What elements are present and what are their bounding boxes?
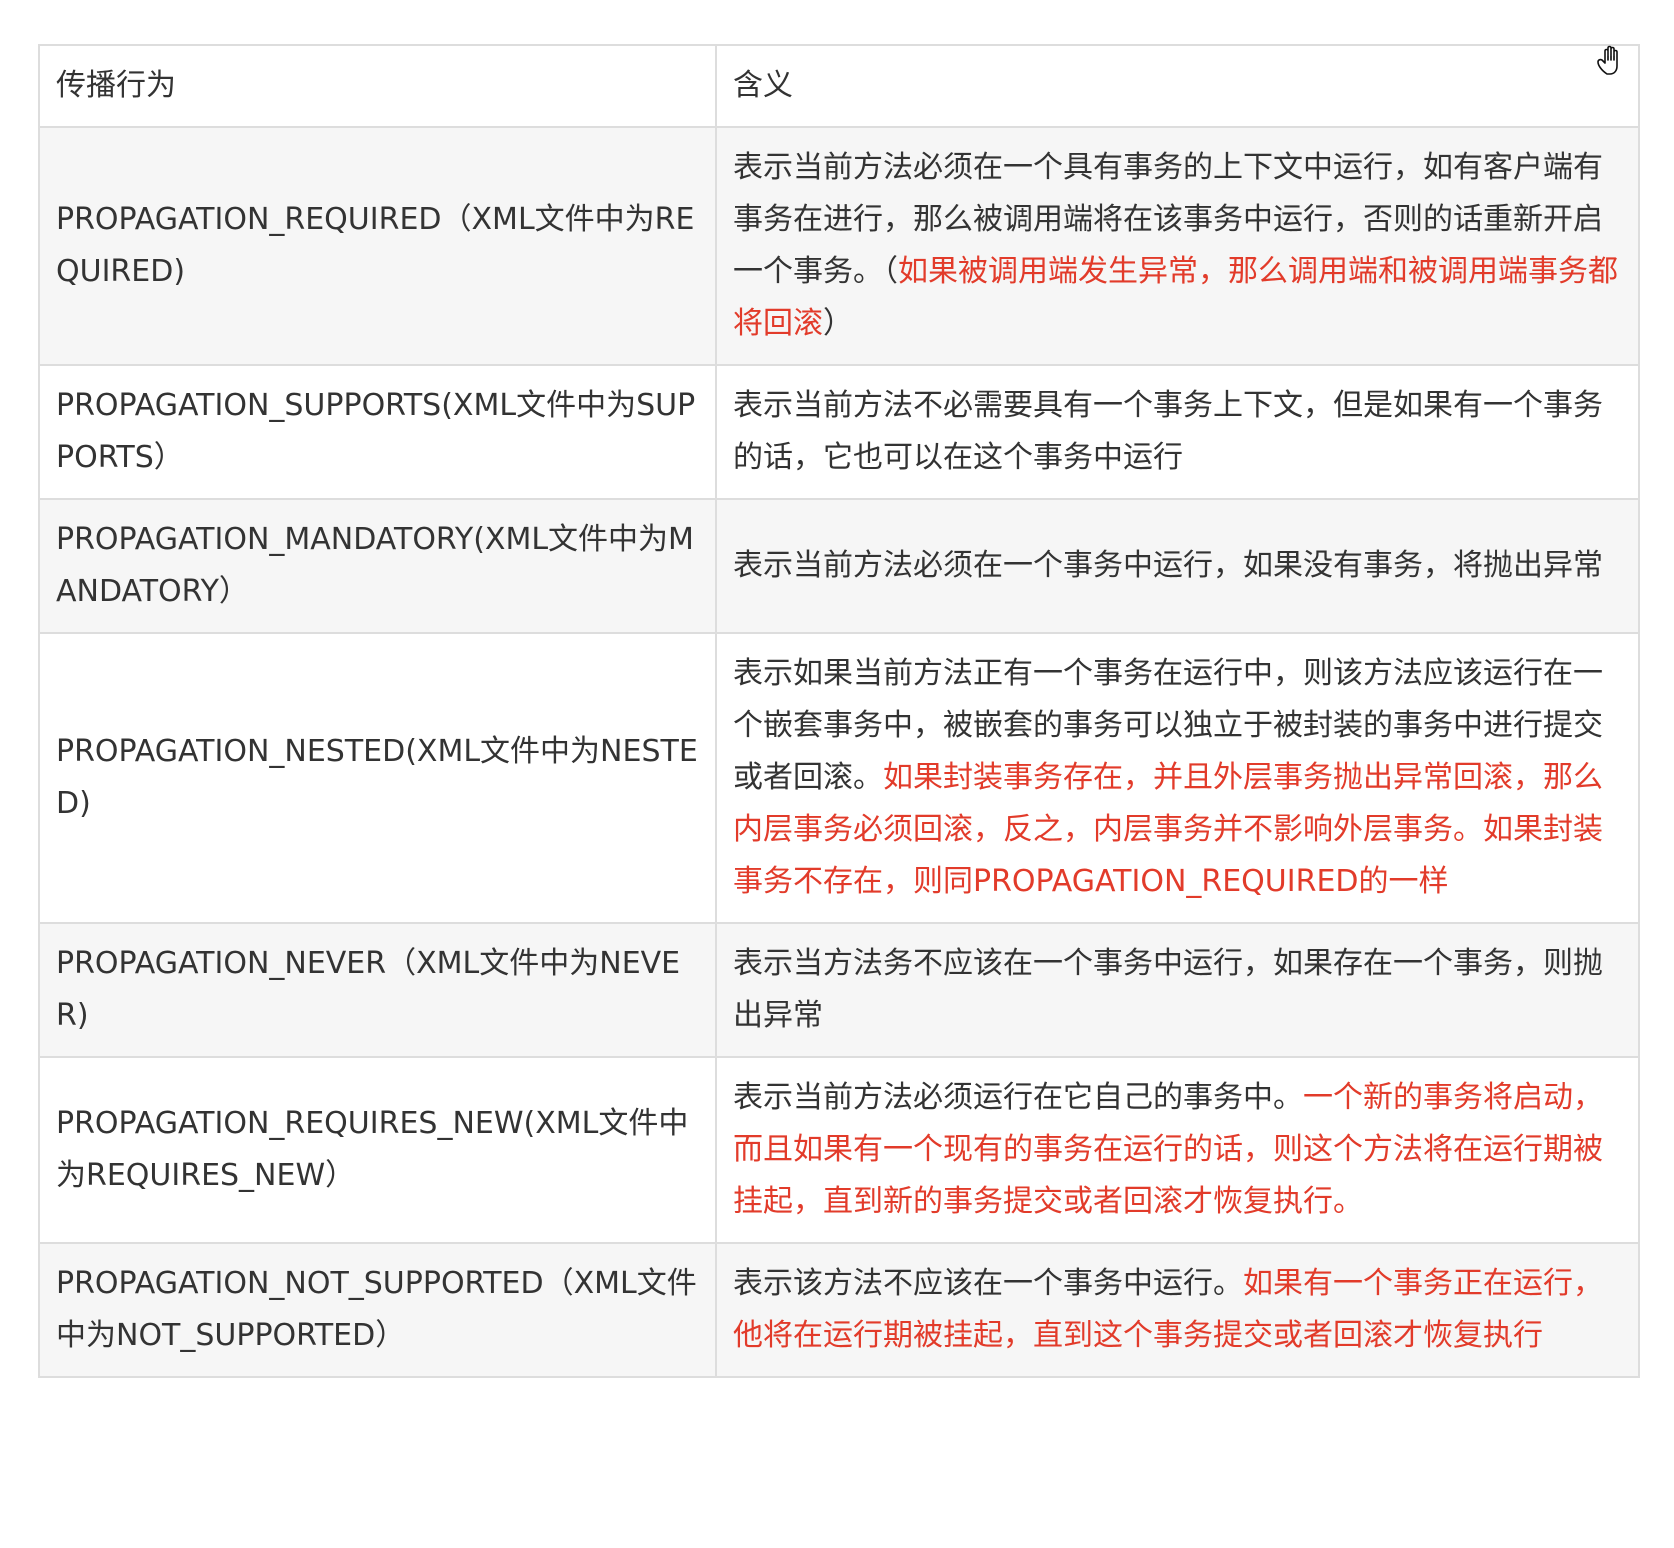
- propagation-desc-cell: 表示该方法不应该在一个事务中运行。如果有一个事务正在运行，他将在运行期被挂起，直…: [715, 1242, 1640, 1378]
- table-row: PROPAGATION_REQUIRED（XML文件中为REQUIRED) 表示…: [38, 126, 1640, 366]
- desc-tail: ）: [823, 306, 853, 341]
- desc-text: 表示当前方法必须运行在它自己的事务中。: [733, 1080, 1303, 1115]
- desc-text: 表示当方法务不应该在一个事务中运行，如果存在一个事务，则抛出异常: [733, 946, 1603, 1033]
- desc-text: 表示当前方法必须在一个事务中运行，如果没有事务，将抛出异常: [733, 548, 1603, 583]
- propagation-name-cell: PROPAGATION_SUPPORTS(XML文件中为SUPPORTS）: [38, 364, 717, 500]
- propagation-desc-cell: 表示如果当前方法正有一个事务在运行中，则该方法应该运行在一个嵌套事务中，被嵌套的…: [715, 632, 1640, 924]
- propagation-desc-cell: 表示当前方法必须在一个具有事务的上下文中运行，如有客户端有事务在进行，那么被调用…: [715, 126, 1640, 366]
- propagation-name-cell: PROPAGATION_NESTED(XML文件中为NESTED): [38, 632, 717, 924]
- propagation-desc-cell: 表示当前方法不必需要具有一个事务上下文，但是如果有一个事务的话，它也可以在这个事…: [715, 364, 1640, 500]
- propagation-name-cell: PROPAGATION_NEVER（XML文件中为NEVER): [38, 922, 717, 1058]
- table-row: PROPAGATION_NOT_SUPPORTED（XML文件中为NOT_SUP…: [38, 1242, 1640, 1378]
- table-row: PROPAGATION_NEVER（XML文件中为NEVER) 表示当方法务不应…: [38, 922, 1640, 1058]
- propagation-name-cell: PROPAGATION_REQUIRES_NEW(XML文件中为REQUIRES…: [38, 1056, 717, 1244]
- propagation-name-cell: PROPAGATION_MANDATORY(XML文件中为MANDATORY）: [38, 498, 717, 634]
- page: 传播行为 含义 PROPAGATION_REQUIRED（XML文件中为REQU…: [0, 0, 1674, 1548]
- table-row: PROPAGATION_REQUIRES_NEW(XML文件中为REQUIRES…: [38, 1056, 1640, 1244]
- propagation-desc-cell: 表示当前方法必须运行在它自己的事务中。一个新的事务将启动，而且如果有一个现有的事…: [715, 1056, 1640, 1244]
- table-row: PROPAGATION_NESTED(XML文件中为NESTED) 表示如果当前…: [38, 632, 1640, 924]
- propagation-table: 传播行为 含义 PROPAGATION_REQUIRED（XML文件中为REQU…: [38, 44, 1640, 1378]
- desc-text: 表示该方法不应该在一个事务中运行。: [733, 1266, 1243, 1301]
- table-header-row: 传播行为 含义: [38, 44, 1640, 128]
- desc-text: 表示当前方法不必需要具有一个事务上下文，但是如果有一个事务的话，它也可以在这个事…: [733, 388, 1603, 475]
- header-cell-name: 传播行为: [38, 44, 717, 128]
- propagation-desc-cell: 表示当方法务不应该在一个事务中运行，如果存在一个事务，则抛出异常: [715, 922, 1640, 1058]
- hand-cursor-icon: [1597, 45, 1618, 75]
- table-row: PROPAGATION_SUPPORTS(XML文件中为SUPPORTS） 表示…: [38, 364, 1640, 500]
- propagation-name-cell: PROPAGATION_REQUIRED（XML文件中为REQUIRED): [38, 126, 717, 366]
- header-cell-meaning: 含义: [715, 44, 1640, 128]
- propagation-desc-cell: 表示当前方法必须在一个事务中运行，如果没有事务，将抛出异常: [715, 498, 1640, 634]
- propagation-name-cell: PROPAGATION_NOT_SUPPORTED（XML文件中为NOT_SUP…: [38, 1242, 717, 1378]
- table-row: PROPAGATION_MANDATORY(XML文件中为MANDATORY） …: [38, 498, 1640, 634]
